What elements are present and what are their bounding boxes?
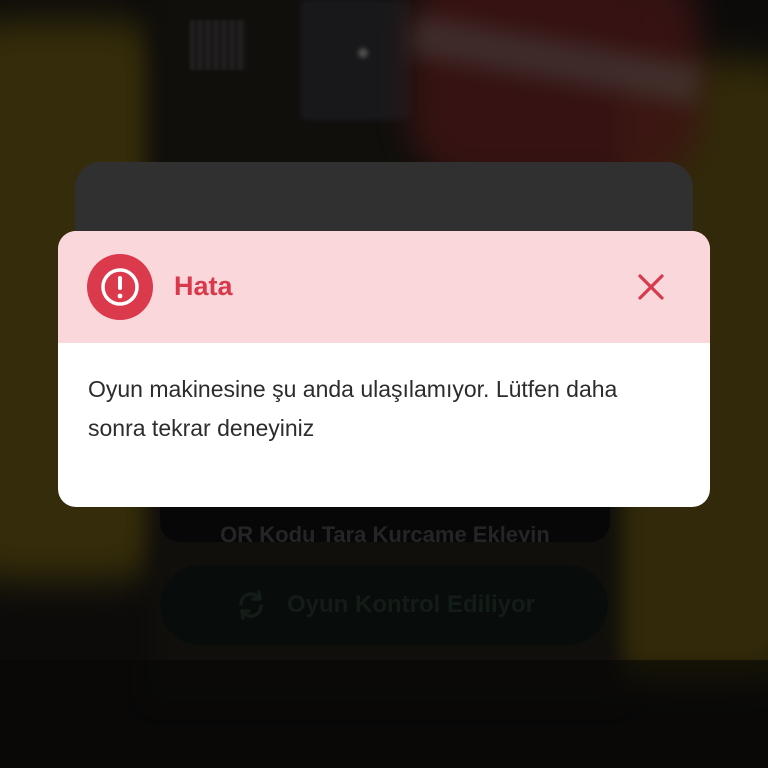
error-exclamation-icon — [87, 254, 153, 320]
error-dialog-title: Hata — [174, 271, 233, 301]
error-dialog-header: Hata — [58, 231, 710, 343]
close-icon[interactable] — [633, 269, 669, 305]
error-dialog: Hata Oyun makinesine şu anda ulaşılamıyo… — [58, 231, 710, 507]
error-dialog-message: Oyun makinesine şu anda ulaşılamıyor. Lü… — [88, 376, 618, 441]
app-screen: QR Kodu Tara Kurcame Ekleyin Oyun Kontro… — [0, 0, 768, 768]
